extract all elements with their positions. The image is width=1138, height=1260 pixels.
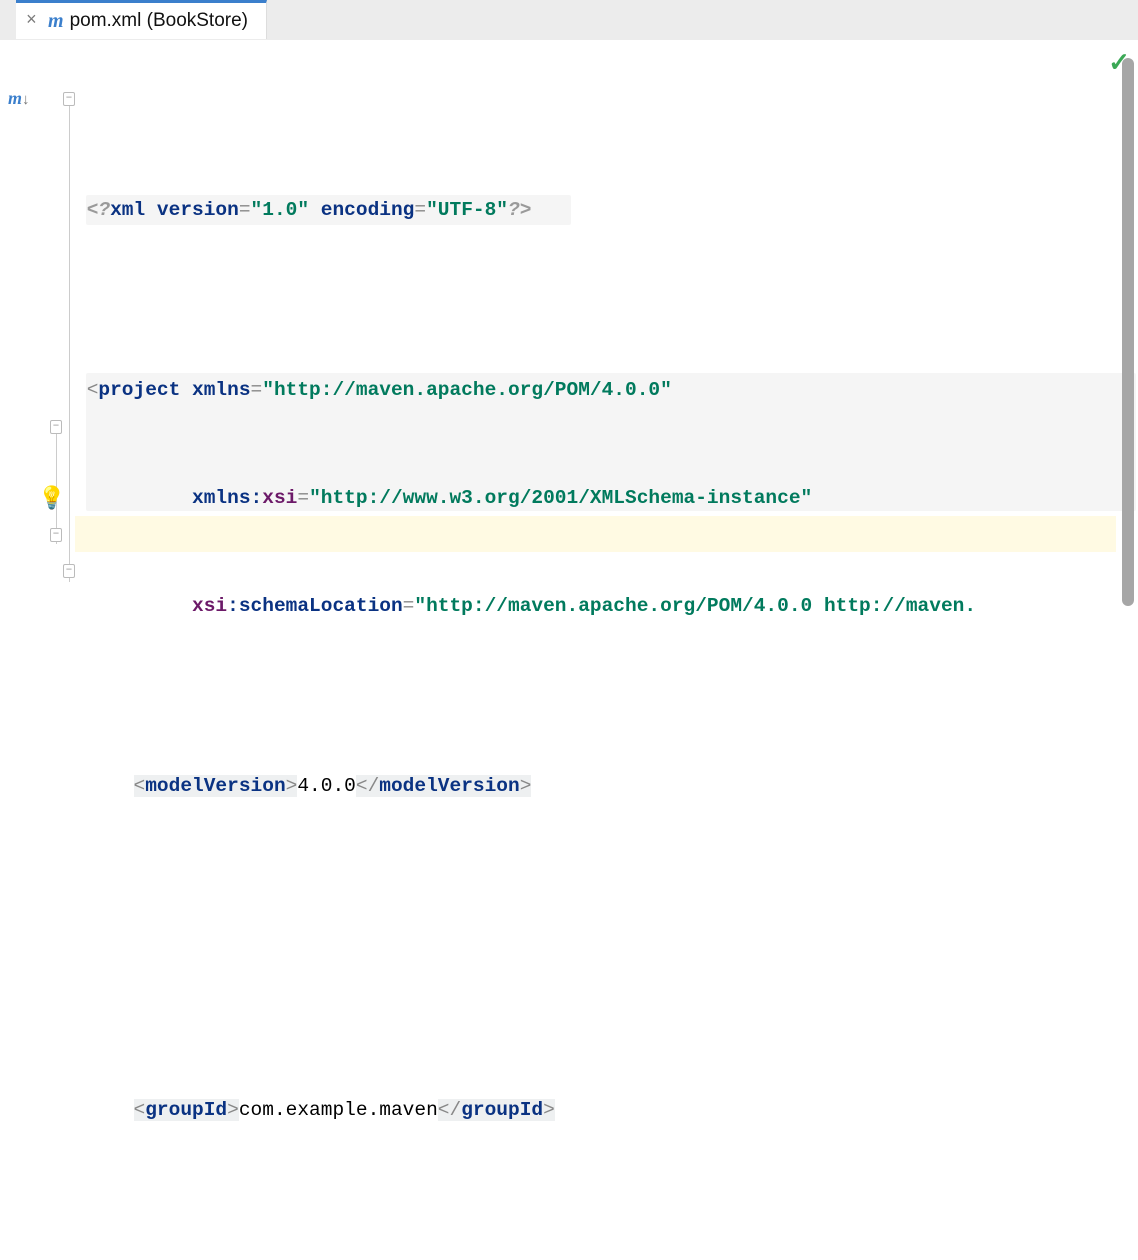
code-area[interactable]: <?xml version="1.0" encoding="UTF-8"?> <…: [75, 40, 1138, 630]
maven-gutter-icon[interactable]: m↓: [8, 88, 30, 109]
lightbulb-icon[interactable]: 💡: [38, 486, 65, 512]
fold-toggle[interactable]: –: [63, 92, 75, 106]
code-line[interactable]: <?xml version="1.0" encoding="UTF-8"?>: [75, 192, 1138, 228]
code-line[interactable]: <groupId>com.example.maven</groupId>: [75, 1092, 1138, 1128]
vertical-scrollbar[interactable]: [1122, 58, 1134, 606]
no-errors-check-icon[interactable]: ✓: [1108, 48, 1130, 79]
empty-line[interactable]: [75, 912, 1138, 948]
tab-bar: × m pom.xml (BookStore): [0, 0, 1138, 40]
editor[interactable]: m↓ – – – – 💡 <?xml version="1.0" encodin…: [0, 40, 1138, 630]
code-line[interactable]: <modelVersion>4.0.0</modelVersion>: [75, 768, 1138, 804]
fold-toggle[interactable]: –: [50, 420, 62, 434]
maven-file-icon: m: [48, 10, 64, 33]
fold-toggle[interactable]: –: [50, 528, 62, 542]
fold-toggle[interactable]: –: [63, 564, 75, 578]
close-icon[interactable]: ×: [26, 11, 42, 31]
gutter[interactable]: m↓ – – – – 💡: [0, 40, 75, 630]
file-tab[interactable]: × m pom.xml (BookStore): [16, 0, 267, 39]
fold-guide: [69, 96, 70, 582]
code-line[interactable]: <project xmlns="http://maven.apache.org/…: [75, 372, 1138, 408]
code-line[interactable]: xsi:schemaLocation="http://maven.apache.…: [75, 588, 1138, 624]
tab-filename: pom.xml (BookStore): [70, 10, 248, 32]
